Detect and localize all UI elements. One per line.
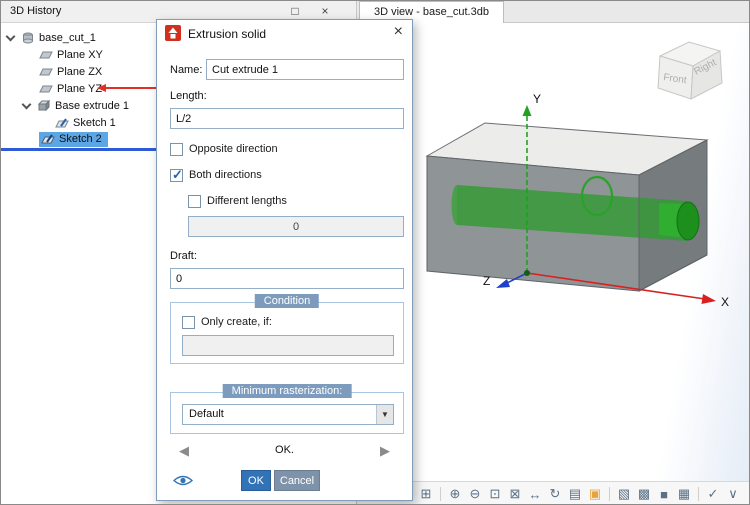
cube-shaded-icon[interactable]: ■ — [655, 485, 673, 503]
checkbox-label: Opposite direction — [189, 143, 278, 155]
origin-point[interactable] — [524, 270, 530, 276]
preview-eye-icon[interactable] — [173, 474, 193, 487]
checkbox-checked-icon — [170, 167, 183, 183]
only-create-checkbox[interactable]: Only create, if: — [182, 315, 272, 329]
plane-icon — [39, 85, 53, 92]
tree-item-label: Plane XY — [57, 48, 103, 61]
maximize-icon[interactable]: □ — [285, 3, 305, 20]
sheet-icon[interactable]: ▤ — [566, 485, 584, 503]
zoom-out-icon[interactable]: ⊖ — [466, 485, 484, 503]
viewport-layout-icon[interactable]: ⊞ — [417, 485, 435, 503]
annotation-arrow-plane-yz — [97, 84, 157, 93]
application-window: 3D History □ × 3D view - base_cut.3db ba… — [0, 0, 750, 505]
panel-title: 3D History — [10, 5, 62, 17]
sketch-icon — [55, 117, 69, 127]
zoom-window-icon[interactable]: ⊡ — [486, 485, 504, 503]
raster-selected-value: Default — [189, 408, 224, 420]
dropdown-arrow-glyph: ▼ — [381, 410, 389, 419]
cancel-button[interactable]: Cancel — [274, 470, 320, 491]
tree-item-label: base_cut_1 — [39, 31, 96, 44]
arrow-line — [105, 87, 156, 89]
sketch-icon — [41, 134, 55, 144]
chevron-down-icon[interactable] — [5, 31, 16, 41]
tree-item-label: Plane YZ — [57, 82, 103, 95]
toolbar-separator — [698, 487, 699, 501]
tree-item-label: Plane ZX — [57, 65, 103, 78]
extrude-icon — [37, 99, 51, 112]
length-input[interactable] — [170, 108, 404, 129]
axis-y-label: Y — [533, 92, 541, 106]
toolbar-separator — [609, 487, 610, 501]
active-document-icon[interactable]: ▣ — [586, 485, 604, 503]
raster-select[interactable]: Default ▼ — [182, 404, 394, 425]
toolbar-overflow-icon[interactable]: ∨ — [724, 485, 742, 503]
chevron-down-icon[interactable] — [21, 99, 32, 109]
condition-expression-input — [182, 335, 394, 356]
plane-icon — [39, 68, 53, 75]
zoom-in-icon[interactable]: ⊕ — [446, 485, 464, 503]
tree-item-label: Sketch 1 — [73, 116, 116, 129]
model-icon — [23, 32, 33, 44]
extrusion-solid-icon — [165, 25, 181, 41]
dialog-titlebar[interactable]: Extrusion solid × — [157, 20, 412, 47]
extrusion-solid-dialog: Extrusion solid × Name: Length: Opposite… — [156, 19, 413, 501]
tree-item-label: Sketch 2 — [59, 133, 102, 145]
checkbox-icon — [170, 142, 183, 156]
axis-x-label: X — [721, 295, 729, 309]
drop-insertion-bar — [1, 148, 158, 151]
second-length-input — [188, 216, 404, 237]
length-label: Length: — [170, 90, 207, 102]
plane-icon — [39, 51, 53, 58]
cube-wireframe-icon[interactable]: ▩ — [635, 485, 653, 503]
name-input[interactable] — [206, 59, 404, 80]
checkbox-label: Both directions — [189, 169, 262, 181]
close-icon[interactable]: × — [394, 23, 403, 41]
next-operation-arrow[interactable]: ▶ — [380, 443, 390, 459]
status-text: OK. — [275, 444, 294, 456]
3d-scene[interactable]: Y X Z Front Right — [357, 23, 750, 481]
view-toolbar: ⊞ ⊕ ⊖ ⊡ ⊠ ↔ ↻ ▤ ▣ ▧ ▩ ■ ▦ ✓ ∨ — [356, 481, 749, 504]
dialog-title: Extrusion solid — [188, 27, 267, 41]
measure-grid-icon[interactable]: ▦ — [675, 485, 693, 503]
close-icon[interactable]: × — [315, 3, 335, 20]
draft-label: Draft: — [170, 250, 197, 262]
name-label: Name: — [170, 64, 203, 76]
apply-check-icon[interactable]: ✓ — [704, 485, 722, 503]
ok-button[interactable]: OK — [241, 470, 271, 491]
selected-row-highlight: Sketch 2 — [39, 132, 108, 147]
tree-item-label: Base extrude 1 — [55, 99, 129, 112]
checkbox-label: Only create, if: — [201, 316, 272, 328]
condition-group: Condition Only create, if: — [170, 294, 404, 364]
workplane-icon[interactable]: ▧ — [615, 485, 633, 503]
view-cube[interactable]: Front Right — [657, 41, 723, 100]
tab-bar: 3D view - base_cut.3db — [356, 1, 749, 23]
different-lengths-checkbox[interactable]: Different lengths — [188, 194, 287, 208]
chevron-down-icon[interactable]: ▼ — [376, 405, 393, 424]
opposite-direction-checkbox[interactable]: Opposite direction — [170, 142, 278, 156]
raster-group: Minimum rasterization: Default ▼ — [170, 384, 404, 434]
checkbox-label: Different lengths — [207, 195, 287, 207]
zoom-all-icon[interactable]: ⊠ — [506, 485, 524, 503]
3d-viewport[interactable]: Y X Z Front Right — [356, 23, 750, 481]
checkbox-icon — [182, 315, 195, 329]
toolbar-separator — [440, 487, 441, 501]
both-directions-checkbox[interactable]: Both directions — [170, 167, 262, 183]
pan-icon[interactable]: ↔ — [526, 485, 544, 503]
raster-group-title: Minimum rasterization: — [222, 384, 352, 398]
condition-group-title: Condition — [254, 294, 320, 308]
tab-label: 3D view - base_cut.3db — [374, 6, 489, 18]
rotate-view-icon[interactable]: ↻ — [546, 485, 564, 503]
checkbox-icon — [188, 194, 201, 208]
draft-input[interactable] — [170, 268, 404, 289]
axis-z-label: Z — [483, 274, 490, 288]
